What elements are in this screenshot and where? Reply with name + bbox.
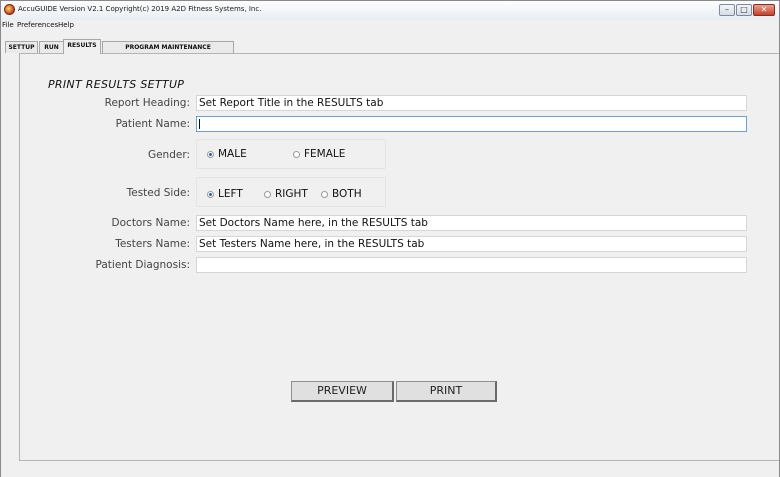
tab-settup[interactable]: SETTUP	[5, 41, 38, 53]
report-heading-label: Report Heading:	[104, 97, 190, 109]
radio-unselected-icon	[321, 190, 328, 198]
patient-diagnosis-field[interactable]	[196, 257, 747, 273]
gender-male-label: MALE	[218, 148, 247, 160]
menu-preferences[interactable]: Preferences	[17, 21, 58, 29]
tab-results[interactable]: RESULTS	[63, 39, 101, 54]
patient-diagnosis-label: Patient Diagnosis:	[95, 259, 190, 271]
maximize-button[interactable]: □	[736, 4, 752, 16]
minimize-button[interactable]: –	[719, 4, 735, 16]
radio-unselected-icon	[293, 150, 300, 158]
title-bar[interactable]: AccuGUIDE Version V2.1 Copyright(c) 2019…	[1, 1, 779, 20]
gender-label: Gender:	[147, 149, 190, 161]
status-bar	[1, 461, 779, 477]
close-button[interactable]: ✕	[753, 4, 775, 16]
menu-help[interactable]: Help	[58, 21, 74, 29]
side-both-radio[interactable]: BOTH	[321, 188, 362, 200]
tested-side-group: LEFT RIGHT BOTH	[196, 177, 386, 207]
menu-bar: File Preferences Help	[1, 20, 779, 32]
text-caret	[199, 119, 200, 129]
report-heading-field[interactable]: Set Report Title in the RESULTS tab	[196, 95, 747, 111]
side-right-radio[interactable]: RIGHT	[264, 188, 308, 200]
radio-selected-icon	[207, 150, 214, 158]
tab-program-maintenance[interactable]: PROGRAM MAINTENANCE	[102, 41, 234, 53]
preview-button[interactable]: PREVIEW	[291, 381, 394, 402]
window-controls: – □ ✕	[719, 4, 775, 16]
side-both-label: BOTH	[332, 188, 362, 200]
window-title: AccuGUIDE Version V2.1 Copyright(c) 2019…	[18, 5, 262, 13]
section-title: PRINT RESULTS SETTUP	[48, 78, 185, 91]
app-logo-icon	[4, 4, 15, 15]
testers-name-field[interactable]: Set Testers Name here, in the RESULTS ta…	[196, 236, 747, 252]
radio-selected-icon	[207, 190, 214, 198]
app-window: AccuGUIDE Version V2.1 Copyright(c) 2019…	[0, 0, 780, 477]
gender-female-label: FEMALE	[304, 148, 346, 160]
patient-name-field[interactable]	[196, 116, 747, 132]
menu-file[interactable]: File	[2, 21, 14, 29]
side-left-radio[interactable]: LEFT	[207, 188, 243, 200]
testers-name-label: Testers Name:	[115, 238, 190, 250]
gender-male-radio[interactable]: MALE	[207, 148, 247, 160]
gender-female-radio[interactable]: FEMALE	[293, 148, 345, 160]
doctors-name-field[interactable]: Set Doctors Name here, in the RESULTS ta…	[196, 215, 747, 231]
print-button[interactable]: PRINT	[396, 381, 497, 402]
tab-run[interactable]: RUN	[39, 41, 64, 53]
doctors-name-label: Doctors Name:	[111, 217, 190, 229]
tested-side-label: Tested Side:	[126, 187, 190, 199]
patient-name-label: Patient Name:	[115, 118, 190, 130]
side-left-label: LEFT	[218, 188, 243, 200]
radio-unselected-icon	[264, 190, 271, 198]
side-right-label: RIGHT	[275, 188, 308, 200]
gender-group: MALE FEMALE	[196, 139, 386, 169]
